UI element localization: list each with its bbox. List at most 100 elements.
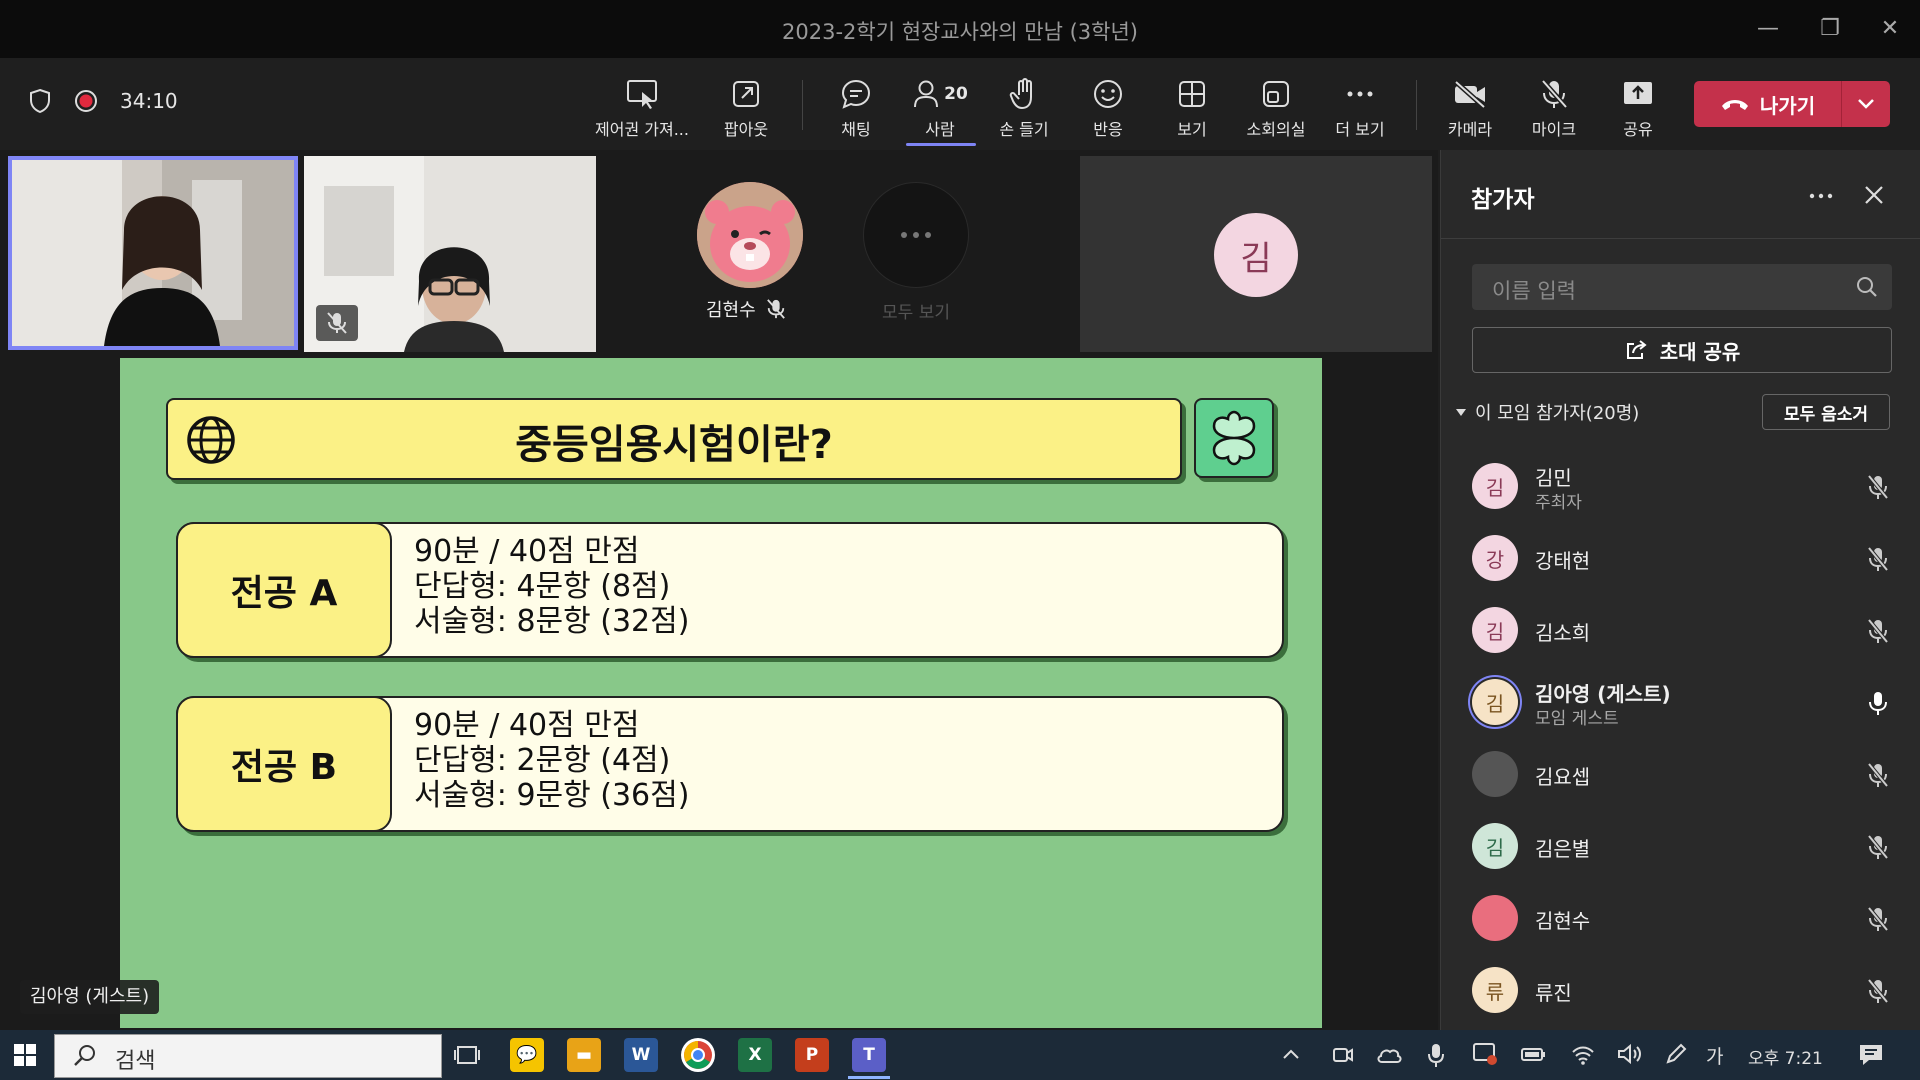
participant-row[interactable]: 김현수 <box>1441 882 1920 954</box>
participant-row[interactable]: 김 김소희 <box>1441 594 1920 666</box>
excel-app-icon[interactable]: X <box>738 1038 772 1072</box>
wifi-icon[interactable] <box>1570 1042 1596 1066</box>
task-view-icon[interactable] <box>454 1044 480 1066</box>
mute-all-button[interactable]: 모두 음소거 <box>1762 394 1890 430</box>
chrome-app-icon[interactable] <box>681 1038 715 1072</box>
participant-name: 류진 <box>1535 981 1572 1005</box>
self-name-label: 김아영 (게스트) <box>20 980 160 1014</box>
taskbar-search-input[interactable]: 검색 <box>54 1034 442 1078</box>
microphone-tray-icon[interactable] <box>1428 1042 1444 1068</box>
leave-button[interactable]: 나가기 <box>1694 81 1890 127</box>
taskbar-clock[interactable]: 오후 7:21 <box>1748 1044 1823 1069</box>
maximize-button[interactable]: ❐ <box>1810 10 1850 48</box>
participant-row[interactable]: 김 김민주최자 <box>1441 450 1920 522</box>
participant-search-input[interactable]: 이름 입력 <box>1472 264 1892 310</box>
slide-title: 중등임용시험이란? <box>515 422 833 468</box>
see-all-button[interactable] <box>863 182 969 288</box>
windows-start-icon[interactable] <box>14 1044 36 1066</box>
pen-icon[interactable] <box>1664 1042 1688 1066</box>
panel-title: 참가자 <box>1471 187 1535 213</box>
kakaotalk-app-icon[interactable]: 💬 <box>510 1038 544 1072</box>
meet-now-icon[interactable] <box>1332 1044 1354 1066</box>
more-icon <box>1347 91 1373 97</box>
participant-avatar <box>1472 751 1518 797</box>
participant-mic-status <box>1867 618 1889 648</box>
chevron-down-icon <box>1858 99 1874 109</box>
onedrive-icon[interactable] <box>1376 1046 1402 1064</box>
share-invite-button[interactable]: 초대 공유 <box>1472 327 1892 373</box>
chat-button[interactable]: 채팅 <box>808 74 904 140</box>
participants-panel: 참가자 이름 입력 초대 공유 이 모임 참가자(20명) 모두 음소거 김 김민… <box>1440 150 1920 1030</box>
reactions-button[interactable]: 반응 <box>1060 74 1156 140</box>
video-tile-speaker[interactable] <box>8 156 298 350</box>
participant-muted-badge <box>316 305 358 341</box>
mic-off-icon <box>766 299 785 319</box>
participant-name: 강태현 <box>1535 549 1591 573</box>
close-icon[interactable] <box>1864 185 1884 205</box>
toolbar-divider <box>1416 80 1417 130</box>
speaker-video <box>12 160 294 346</box>
participant-mic-status <box>1867 834 1889 864</box>
breakout-rooms-button[interactable]: 소회의실 <box>1228 74 1324 140</box>
notification-icon[interactable] <box>1858 1043 1884 1067</box>
toolbar-divider <box>802 80 803 130</box>
participant-row[interactable]: 류 류진 <box>1441 954 1920 1026</box>
more-icon <box>901 232 931 238</box>
participant-row[interactable]: 김 김아영 (게스트) 모임 게스트 <box>1441 666 1920 738</box>
microphone-button[interactable]: 마이크 <box>1506 74 1602 140</box>
more-icon[interactable] <box>1809 193 1833 199</box>
participant-row[interactable]: 김요셉 <box>1441 738 1920 810</box>
close-window-button[interactable]: ✕ <box>1870 10 1910 48</box>
ime-indicator[interactable]: 가 <box>1706 1042 1723 1069</box>
popout-button[interactable]: 팝아웃 <box>698 74 794 140</box>
file-explorer-app-icon[interactable]: ▬ <box>567 1038 601 1072</box>
participant-role: 주최자 <box>1535 493 1582 513</box>
popout-icon <box>733 81 759 107</box>
participant-name: 김민 <box>1535 466 1572 490</box>
card-line: 서술형: 8문항 (32점) <box>414 604 690 639</box>
raise-hand-button[interactable]: 손 들기 <box>976 74 1072 140</box>
chrome-icon <box>684 1041 712 1069</box>
leave-options-dropdown[interactable] <box>1841 81 1890 127</box>
share-button[interactable]: 공유 <box>1590 74 1686 140</box>
participant-avatar: 김 <box>1472 463 1518 509</box>
take-control-button[interactable]: 제어권 가져... <box>594 74 690 140</box>
participant-avatar: 김 <box>1472 679 1518 725</box>
card-tag: 전공 A <box>176 522 392 658</box>
participant-avatar: 김 <box>1472 607 1518 653</box>
card-line: 서술형: 9문항 (36점) <box>414 778 690 813</box>
participant-avatar[interactable] <box>697 182 803 288</box>
battery-icon[interactable] <box>1520 1044 1546 1064</box>
word-app-icon[interactable]: W <box>624 1038 658 1072</box>
participant-name: 김은별 <box>1535 837 1591 861</box>
people-button[interactable]: 20 사람 <box>892 74 988 140</box>
teams-app-icon[interactable]: T <box>852 1038 886 1072</box>
card-line: 단답형: 2문항 (4점) <box>414 743 671 778</box>
participant-row[interactable]: 김 김은별 <box>1441 810 1920 882</box>
hand-icon <box>1009 78 1032 110</box>
chevron-up-icon[interactable] <box>1282 1048 1300 1060</box>
participant-initial-avatar: 김 <box>1214 213 1298 297</box>
avatar-tile-label: 김현수 <box>706 296 786 322</box>
participant-avatar: 김 <box>1472 823 1518 869</box>
clover-box <box>1194 398 1274 478</box>
mic-off-icon <box>327 312 347 334</box>
screen-share-tray-icon[interactable] <box>1472 1042 1498 1066</box>
volume-icon[interactable] <box>1616 1042 1642 1066</box>
mic-off-icon <box>1867 618 1889 644</box>
participant-row[interactable]: 강 강태현 <box>1441 522 1920 594</box>
card-line: 단답형: 4문항 (8점) <box>414 569 671 604</box>
participant-mic-status <box>1867 474 1889 504</box>
shield-icon <box>30 88 50 114</box>
meeting-timer: 34:10 <box>120 89 178 113</box>
view-button[interactable]: 보기 <box>1144 74 1240 140</box>
minimize-button[interactable]: — <box>1748 10 1788 48</box>
hang-up-icon <box>1721 100 1748 110</box>
shared-slide: 중등임용시험이란? 전공 A 90분 / 40점 만점 단답형: 4문항 (8점… <box>120 358 1322 1028</box>
beaver-character-icon <box>697 182 803 288</box>
camera-button[interactable]: 카메라 <box>1422 74 1518 140</box>
powerpoint-app-icon[interactable]: P <box>795 1038 829 1072</box>
participants-section-toggle[interactable]: 이 모임 참가자(20명) <box>1455 399 1639 425</box>
search-icon <box>74 1045 95 1066</box>
more-button[interactable]: 더 보기 <box>1312 74 1408 140</box>
